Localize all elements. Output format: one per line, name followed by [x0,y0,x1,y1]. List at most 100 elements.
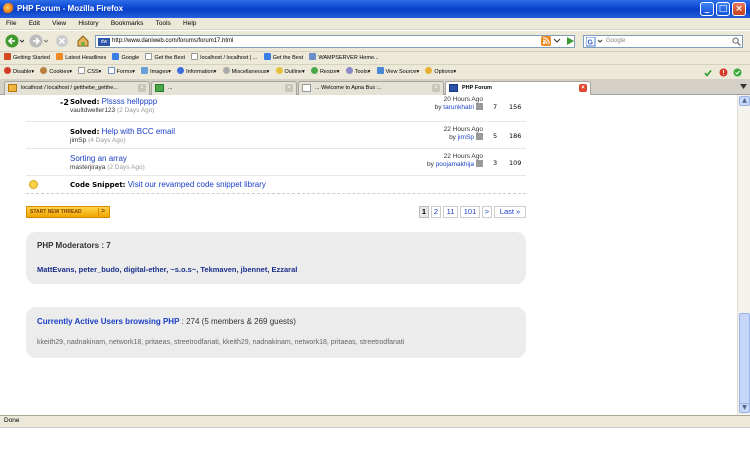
daniweb-tab-icon [449,84,458,92]
menu-edit[interactable]: Edit [29,18,40,30]
window-title: PHP Forum - Mozilla Firefox [17,4,124,13]
tab-label: PHP Forum [462,85,492,91]
thread-title-link[interactable]: Plssss hellpppp [102,97,158,106]
close-icon[interactable]: × [579,84,587,92]
go-to-last-post-icon[interactable] [476,103,483,110]
menu-tools[interactable]: Tools [156,18,171,30]
last-page-button[interactable]: Last » [494,206,526,218]
options-icon [425,67,433,74]
thread-author[interactable]: jimSp [70,137,86,144]
vertical-scrollbar[interactable]: ▲ ▼ [737,95,750,415]
tab-label: localhost / localhost / getthebe_getthe.… [21,85,118,91]
dev-disable[interactable]: Disable▾ [4,65,34,80]
code-snippet-notice: Code Snippet: Visit our revamped code sn… [26,177,526,193]
rss-feed-icon[interactable] [541,36,551,50]
scroll-down-icon[interactable]: ▼ [739,403,750,413]
go-to-last-post-icon[interactable] [476,133,483,140]
start-new-thread-button[interactable]: START NEW THREAD > [26,206,110,218]
home-icon[interactable] [76,34,90,48]
valid-icon[interactable] [733,68,742,77]
scroll-up-icon[interactable]: ▲ [739,96,750,106]
outline-icon [275,67,283,74]
thread-title-line: Solved: Plssss hellpppp [70,97,157,106]
status-text: Done [4,417,20,424]
url-bar[interactable]: dw http://www.daniweb.com/forums/forum17… [95,35,575,48]
navigation-toolbar: dw http://www.daniweb.com/forums/forum17… [0,31,750,51]
tab-localhost[interactable]: localhost / localhost / getthebe_getthe.… [4,81,150,95]
menu-bookmarks[interactable]: Bookmarks [111,18,144,30]
page-2[interactable]: 2 [431,206,441,218]
dev-tools[interactable]: Tools▾ [345,65,370,80]
page-101[interactable]: 101 [460,206,480,218]
page-11[interactable]: 11 [443,206,458,218]
snippet-library-link[interactable]: Visit our revamped code snippet library [128,180,266,189]
menu-file[interactable]: File [6,18,16,30]
go-to-last-post-icon[interactable] [476,160,483,167]
title-bar: PHP Forum - Mozilla Firefox _ □ × [0,0,750,18]
snippet-text: Code Snippet: Visit our revamped code sn… [70,180,266,189]
go-button-icon[interactable] [564,35,576,49]
close-icon[interactable]: × [285,84,293,92]
forward-arrow-icon[interactable] [28,34,48,48]
arrow-right-icon: > [98,208,107,216]
dev-cookies[interactable]: Cookies▾ [40,65,72,80]
active-users-title: Currently Active Users browsing PHP : 27… [37,317,296,326]
page-tab-icon [155,84,164,92]
thread-age: (4 Days Ago) [88,137,126,144]
close-icon[interactable]: × [138,84,146,92]
dev-options[interactable]: Options▾ [425,65,456,80]
last-post-time: 22 Hours Ago [443,126,483,133]
thread-title-line: Sorting an array [70,154,127,163]
close-button[interactable]: × [732,2,746,16]
thread-author[interactable]: masterjiraya [70,164,105,171]
firefox-icon [3,3,14,14]
tab-2[interactable]: ... × [151,81,297,95]
magnifier-icon[interactable] [732,37,741,51]
back-arrow-icon[interactable] [4,34,24,48]
tab-apna-bus[interactable]: ... Welcome to Apna Bus :.. × [298,81,444,95]
close-icon[interactable]: × [432,84,440,92]
tab-bar: localhost / localhost / getthebe_getthe.… [0,79,750,95]
checkmark-icon[interactable] [704,69,712,77]
menu-view[interactable]: View [52,18,66,30]
error-icon[interactable] [719,68,728,77]
scrollbar-thumb[interactable] [739,313,750,407]
status-bar: Done [0,415,750,427]
thread-author[interactable]: vaultdweller123 [70,107,115,114]
dev-resize[interactable]: Resize▾ [310,65,340,80]
minimize-button[interactable]: _ [700,2,714,16]
wamp-bookmark-icon [309,53,317,60]
next-page-button[interactable]: > [482,206,492,218]
tab-label: ... [168,85,173,91]
menu-history[interactable]: History [78,18,98,30]
stop-icon[interactable] [55,34,69,48]
thread-title-link[interactable]: Help with BCC email [102,127,175,136]
thread-prefix: Solved: [70,128,100,136]
dropdown-arrow-icon[interactable] [553,37,561,51]
maximize-button[interactable]: □ [716,2,730,16]
thread-row: -2 Solved: Plssss hellpppp vaultdweller1… [26,95,526,122]
active-users-list[interactable]: kkeith29, nadnakinam, network18, pritaea… [37,339,404,346]
dev-miscellaneous[interactable]: Miscellaneous▾ [222,65,269,80]
thread-rating: -2 [60,98,69,107]
tab-list-arrow-icon[interactable] [740,84,747,90]
dev-forms[interactable]: Forms▾ [107,65,135,80]
dev-information[interactable]: Information▾ [177,65,216,80]
active-users-link[interactable]: Currently Active Users browsing PHP [37,317,179,326]
search-box[interactable]: Google [583,35,743,48]
last-post-user[interactable]: tarunkhatri [443,104,474,111]
last-post-user[interactable]: jimSp [458,134,474,141]
google-search-engine-icon[interactable]: G [586,37,604,51]
dev-outline[interactable]: Outline▾ [275,65,305,80]
dev-images[interactable]: Images▾ [141,65,171,80]
dev-css[interactable]: CSS▾ [78,65,101,80]
last-post-user[interactable]: poojamakhija [436,161,474,168]
tab-php-forum[interactable]: PHP Forum × [445,81,591,95]
thread-title-link[interactable]: Sorting an array [70,154,127,163]
moderators-list[interactable]: MattEvans, peter_budo, digital-ether, ~s… [37,265,297,274]
menu-help[interactable]: Help [183,18,196,30]
thread-row: Sorting an array masterjiraya (2 Days Ag… [26,149,526,176]
misc-icon [222,67,230,74]
form-icon [107,67,115,74]
dev-view-source[interactable]: View Source▾ [376,65,419,80]
